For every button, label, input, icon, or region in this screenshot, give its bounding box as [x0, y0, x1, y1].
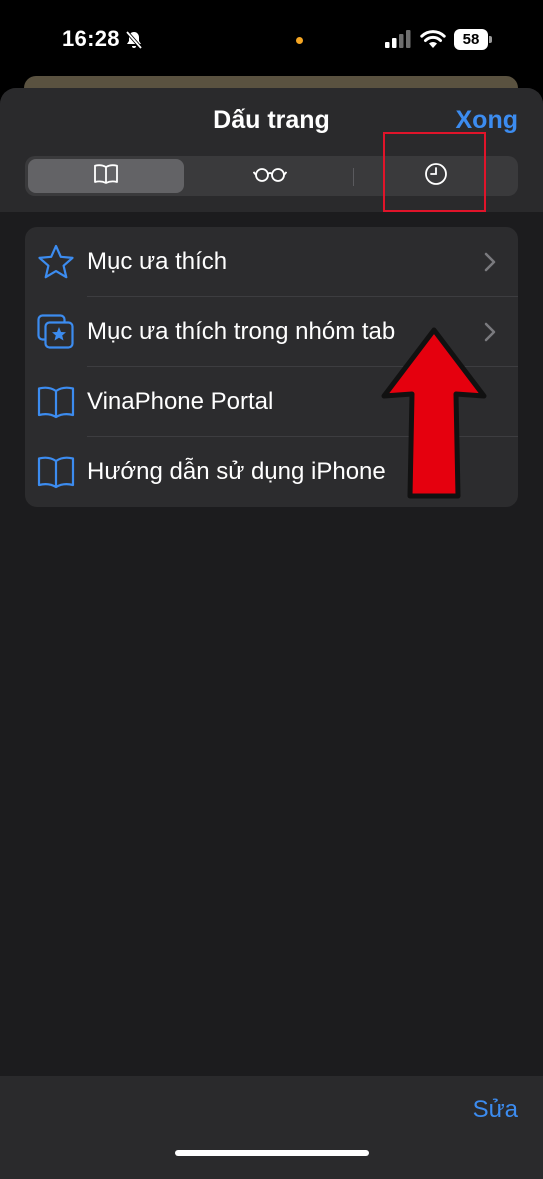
- edit-button[interactable]: Sửa: [473, 1096, 518, 1124]
- tab-reading-list[interactable]: [187, 159, 353, 193]
- segment-divider: [353, 168, 354, 186]
- cellular-signal-icon: [385, 30, 411, 53]
- bottom-toolbar: Sửa: [0, 1076, 543, 1179]
- star-icon: [37, 244, 75, 280]
- done-button[interactable]: Xong: [456, 106, 519, 135]
- privacy-indicator-dot: [296, 37, 303, 44]
- tab-bookmarks[interactable]: [28, 159, 184, 193]
- list-item-label: Mục ưa thích: [87, 248, 228, 275]
- glasses-icon: [252, 166, 288, 187]
- battery-icon: 58: [454, 29, 492, 50]
- book-icon: [93, 163, 119, 190]
- annotation-arrow: [380, 324, 490, 505]
- bell-slash-icon: [124, 30, 144, 55]
- status-bar: 16:28 58: [0, 0, 543, 80]
- book-icon: [37, 384, 75, 420]
- bookmarks-sheet: Dấu trang Xong Mục ưa thích Mục ưa thích…: [0, 88, 543, 1179]
- book-icon: [37, 454, 75, 490]
- list-item-favorites[interactable]: Mục ưa thích: [25, 227, 518, 297]
- status-time: 16:28: [62, 26, 120, 51]
- sheet-header: Dấu trang Xong: [0, 88, 543, 212]
- home-indicator[interactable]: [175, 1150, 369, 1156]
- tab-group-star-icon: [37, 314, 75, 350]
- battery-level: 58: [454, 29, 488, 50]
- list-item-label: Mục ưa thích trong nhóm tab: [87, 318, 396, 345]
- list-item-label: Hướng dẫn sử dụng iPhone: [87, 458, 386, 485]
- wifi-icon: [420, 29, 446, 54]
- annotation-highlight-box: [383, 132, 486, 212]
- list-item-label: VinaPhone Portal: [87, 388, 274, 415]
- chevron-right-icon: [484, 252, 496, 277]
